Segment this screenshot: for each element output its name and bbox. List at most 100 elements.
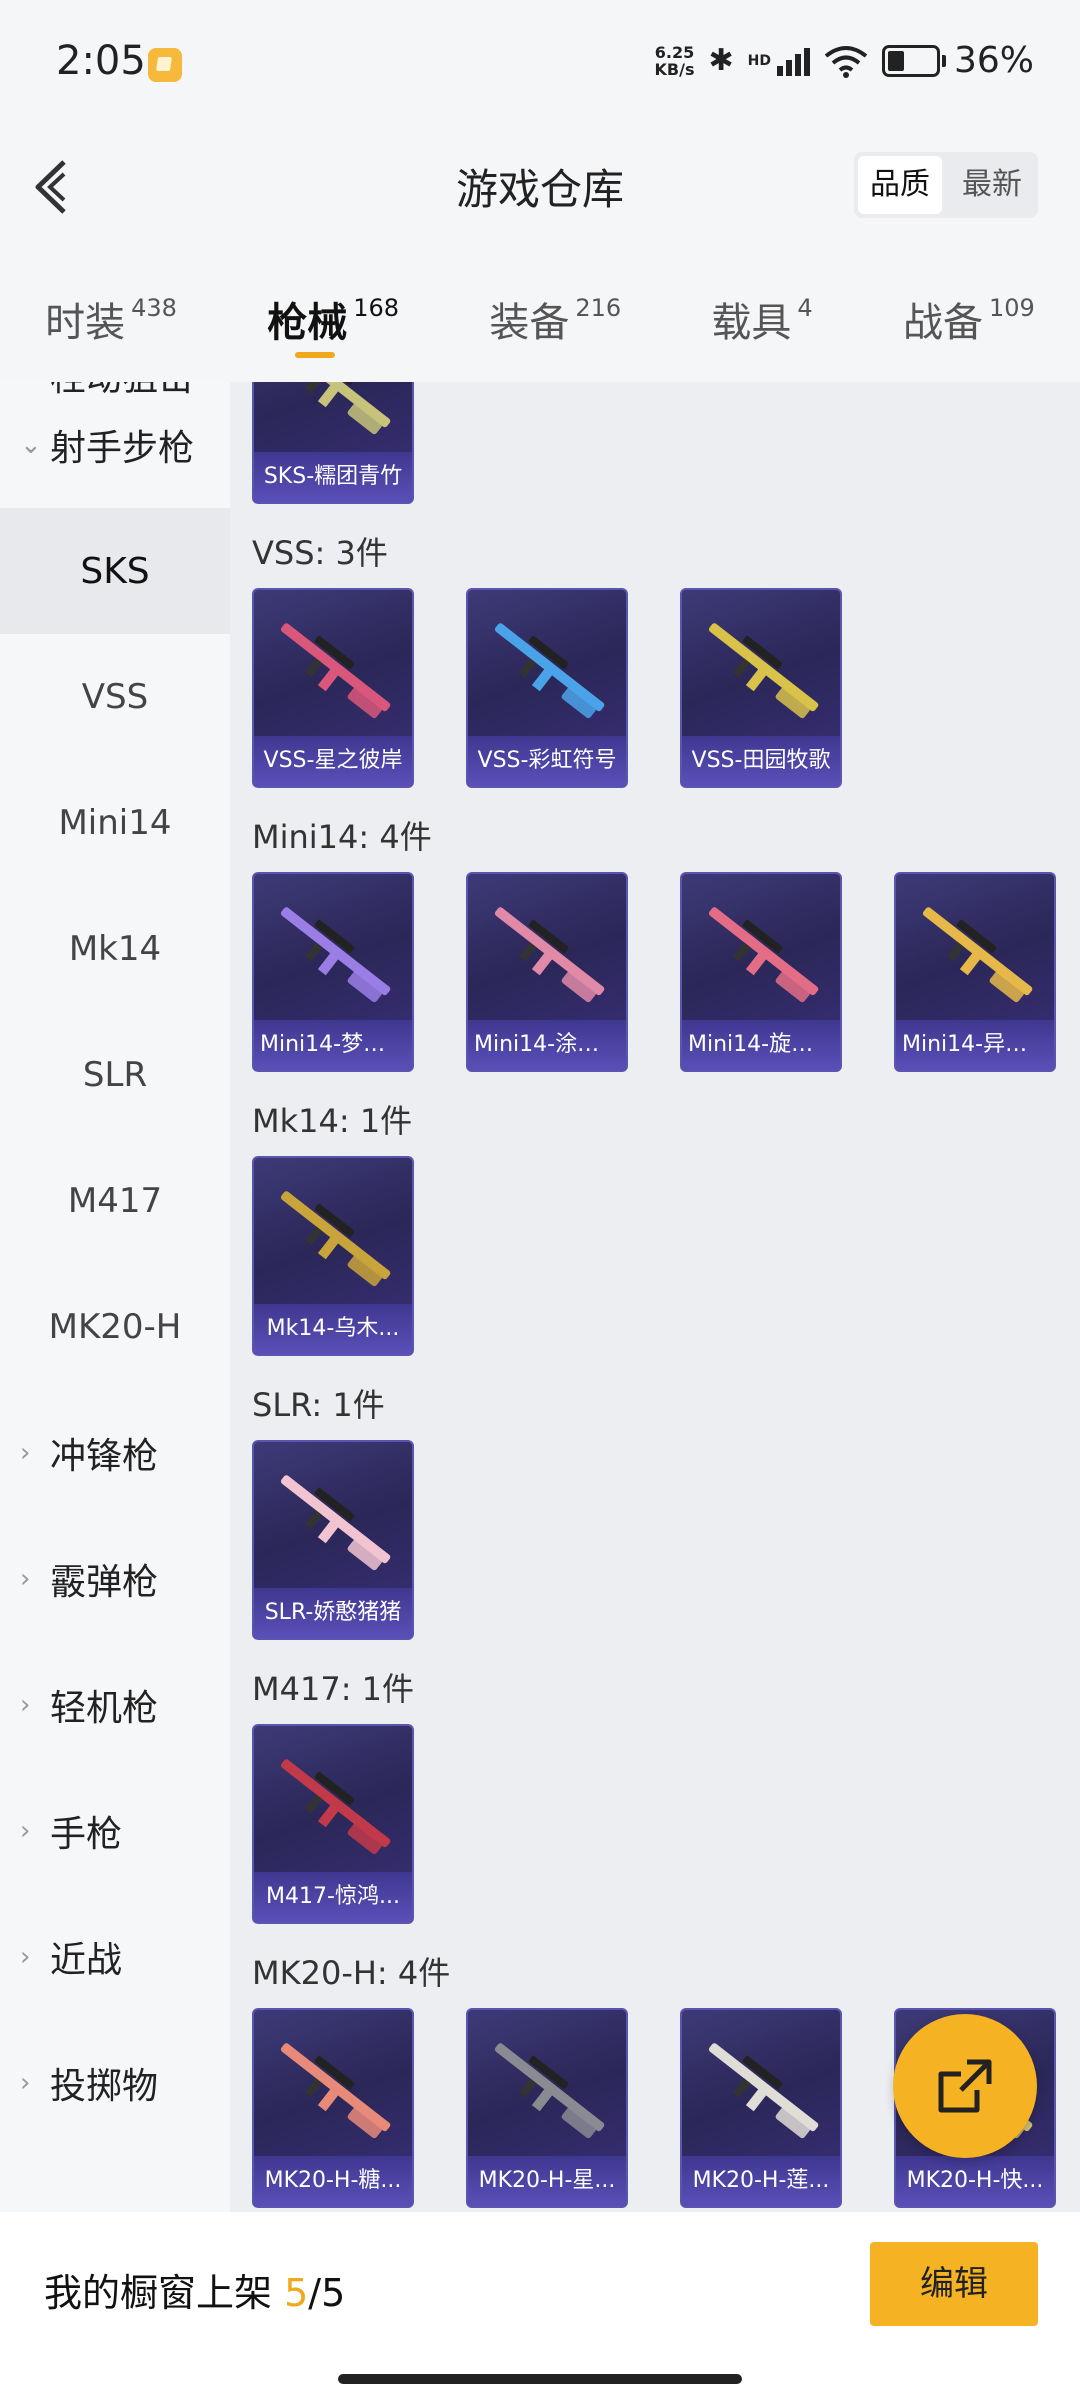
sidebar-item-smg[interactable]: › 冲锋枪: [0, 1390, 230, 1516]
weapon-image-icon: [494, 623, 605, 719]
weapon-image-icon: [280, 1191, 391, 1287]
weapon-skin-name: MK20-H-糖...: [254, 2156, 412, 2206]
weapon-image-icon: [280, 907, 391, 1003]
showcase-status: 我的橱窗上架 5/5: [44, 2271, 346, 2315]
weapon-skin-grid: VSS: 3件 Mini14: 4件 Mk14: 1件 SLR: 1件 M417…: [230, 382, 1080, 2212]
section-title-m417: M417: 1件: [252, 1670, 415, 1708]
showcase-current-count: 5: [284, 2271, 309, 2315]
wifi-icon: [824, 45, 868, 78]
weapon-skin-card[interactable]: MK20-H-星...: [466, 2008, 628, 2208]
weapon-image-icon: [708, 623, 819, 719]
weapon-skin-card[interactable]: SKS-糯团青竹: [252, 382, 414, 504]
bluetooth-icon: ✱: [708, 43, 734, 78]
weapon-skin-card[interactable]: Mini14-异彩...: [894, 872, 1056, 1072]
chevron-right-icon: ›: [20, 1816, 31, 1846]
weapon-skin-name: M417-惊鸿...: [254, 1872, 412, 1922]
sidebar-item-pistol[interactable]: › 手枪: [0, 1768, 230, 1894]
weapon-image-icon: [280, 382, 391, 435]
share-fab[interactable]: [893, 2014, 1037, 2158]
tab-active-indicator: [295, 352, 336, 358]
sort-newest-button[interactable]: 最新: [950, 156, 1034, 214]
weapon-type-sidebar: ›栓动狙击 ⌄射手步枪 SKS VSS Mini14 Mk14 SLR M417…: [0, 382, 230, 2212]
home-indicator[interactable]: [338, 2374, 742, 2384]
sidebar-item-mk14[interactable]: Mk14: [0, 886, 230, 1012]
weapon-image-icon: [708, 2043, 819, 2139]
share-icon: [938, 2059, 992, 2113]
weapon-skin-card[interactable]: Mini14-梦幻...: [252, 872, 414, 1072]
sidebar-item-shotgun[interactable]: › 霰弹枪: [0, 1516, 230, 1642]
sidebar-item-sks[interactable]: SKS: [0, 508, 230, 634]
weapon-image-icon: [280, 623, 391, 719]
edit-button[interactable]: 编辑: [870, 2242, 1038, 2326]
weapon-skin-name: VSS-彩虹符号: [468, 736, 626, 786]
weapon-skin-card[interactable]: VSS-彩虹符号: [466, 588, 628, 788]
tab-supplies[interactable]: 战备 109: [903, 262, 1035, 348]
hd-label: HD: [747, 52, 771, 69]
sidebar-item-mk20h[interactable]: MK20-H: [0, 1264, 230, 1390]
weapon-image-icon: [494, 907, 605, 1003]
weapon-image-icon: [280, 2043, 391, 2139]
battery-percent: 36%: [953, 40, 1034, 81]
status-indicators: 6.25 KB/s ✱ HD 36%: [655, 40, 1034, 81]
category-tabs: 时装 438 枪械 168 装备 216 载具 4 战备 109: [0, 262, 1080, 382]
sort-quality-button[interactable]: 品质: [858, 156, 942, 214]
weapon-skin-card[interactable]: MK20-H-糖...: [252, 2008, 414, 2208]
weapon-skin-name: MK20-H-快...: [896, 2156, 1054, 2206]
chevron-down-icon: ⌄: [20, 430, 42, 460]
tab-guns[interactable]: 枪械 168: [267, 262, 399, 358]
weapon-skin-name: MK20-H-莲...: [682, 2156, 840, 2206]
weapon-skin-name: SKS-糯团青竹: [254, 452, 412, 502]
weapon-skin-name: VSS-星之彼岸: [254, 736, 412, 786]
header: 游戏仓库 品质 最新: [0, 130, 1080, 250]
sidebar-item-slr[interactable]: SLR: [0, 1012, 230, 1138]
weapon-skin-name: MK20-H-星...: [468, 2156, 626, 2206]
weapon-skin-name: Mini14-梦幻...: [254, 1020, 412, 1070]
section-title-mk14: Mk14: 1件: [252, 1102, 413, 1140]
showcase-bar: 我的橱窗上架 5/5 编辑: [0, 2212, 1080, 2400]
weapon-skin-name: Mini14-异彩...: [896, 1020, 1054, 1070]
weapon-image-icon: [280, 1475, 391, 1571]
notification-app-icon: [148, 48, 182, 82]
weapon-skin-name: Mini14-旋转...: [682, 1020, 840, 1070]
sidebar-item-vss[interactable]: VSS: [0, 634, 230, 760]
status-bar: 2:05 6.25 KB/s ✱ HD 36%: [0, 0, 1080, 130]
weapon-skin-card[interactable]: SLR-娇憨猪猪: [252, 1440, 414, 1640]
weapon-image-icon: [494, 2043, 605, 2139]
section-title-mini14: Mini14: 4件: [252, 818, 432, 856]
sidebar-item-melee[interactable]: › 近战: [0, 1894, 230, 2020]
weapon-skin-card[interactable]: Mk14-乌木...: [252, 1156, 414, 1356]
weapon-skin-name: SLR-娇憨猪猪: [254, 1588, 412, 1638]
sidebar-item-m417[interactable]: M417: [0, 1138, 230, 1264]
section-title-vss: VSS: 3件: [252, 534, 388, 572]
weapon-image-icon: [708, 907, 819, 1003]
weapon-image-icon: [280, 1759, 391, 1855]
weapon-skin-name: Mini14-涂山...: [468, 1020, 626, 1070]
sort-toggle: 品质 最新: [854, 152, 1038, 218]
status-time: 2:05: [56, 38, 146, 84]
weapon-skin-card[interactable]: M417-惊鸿...: [252, 1724, 414, 1924]
sidebar-item-lmg[interactable]: › 轻机枪: [0, 1642, 230, 1768]
network-speed: 6.25 KB/s: [654, 42, 695, 79]
weapon-skin-name: VSS-田园牧歌: [682, 736, 840, 786]
chevron-right-icon: ›: [20, 2068, 31, 2098]
chevron-right-icon: ›: [20, 1564, 31, 1594]
weapon-skin-card[interactable]: VSS-星之彼岸: [252, 588, 414, 788]
sidebar-item-marksman-rifle[interactable]: ⌄ 射手步枪: [0, 382, 230, 508]
sidebar-item-mini14[interactable]: Mini14: [0, 760, 230, 886]
weapon-skin-card[interactable]: VSS-田园牧歌: [680, 588, 842, 788]
cell-signal-icon: [776, 46, 810, 76]
section-title-mk20h: MK20-H: 4件: [252, 1954, 451, 1992]
sidebar-item-throwables[interactable]: › 投掷物: [0, 2020, 230, 2146]
battery-icon: [881, 44, 946, 77]
weapon-skin-name: Mk14-乌木...: [254, 1304, 412, 1354]
tab-vehicles[interactable]: 载具 4: [711, 262, 812, 348]
weapon-skin-card[interactable]: Mini14-旋转...: [680, 872, 842, 1072]
tab-equipment[interactable]: 装备 216: [489, 262, 621, 348]
chevron-right-icon: ›: [20, 1438, 31, 1468]
weapon-image-icon: [922, 907, 1033, 1003]
tab-fashion[interactable]: 时装 438: [45, 262, 177, 348]
weapon-skin-card[interactable]: Mini14-涂山...: [466, 872, 628, 1072]
chevron-right-icon: ›: [20, 1942, 31, 1972]
chevron-right-icon: ›: [20, 1690, 31, 1720]
weapon-skin-card[interactable]: MK20-H-莲...: [680, 2008, 842, 2208]
